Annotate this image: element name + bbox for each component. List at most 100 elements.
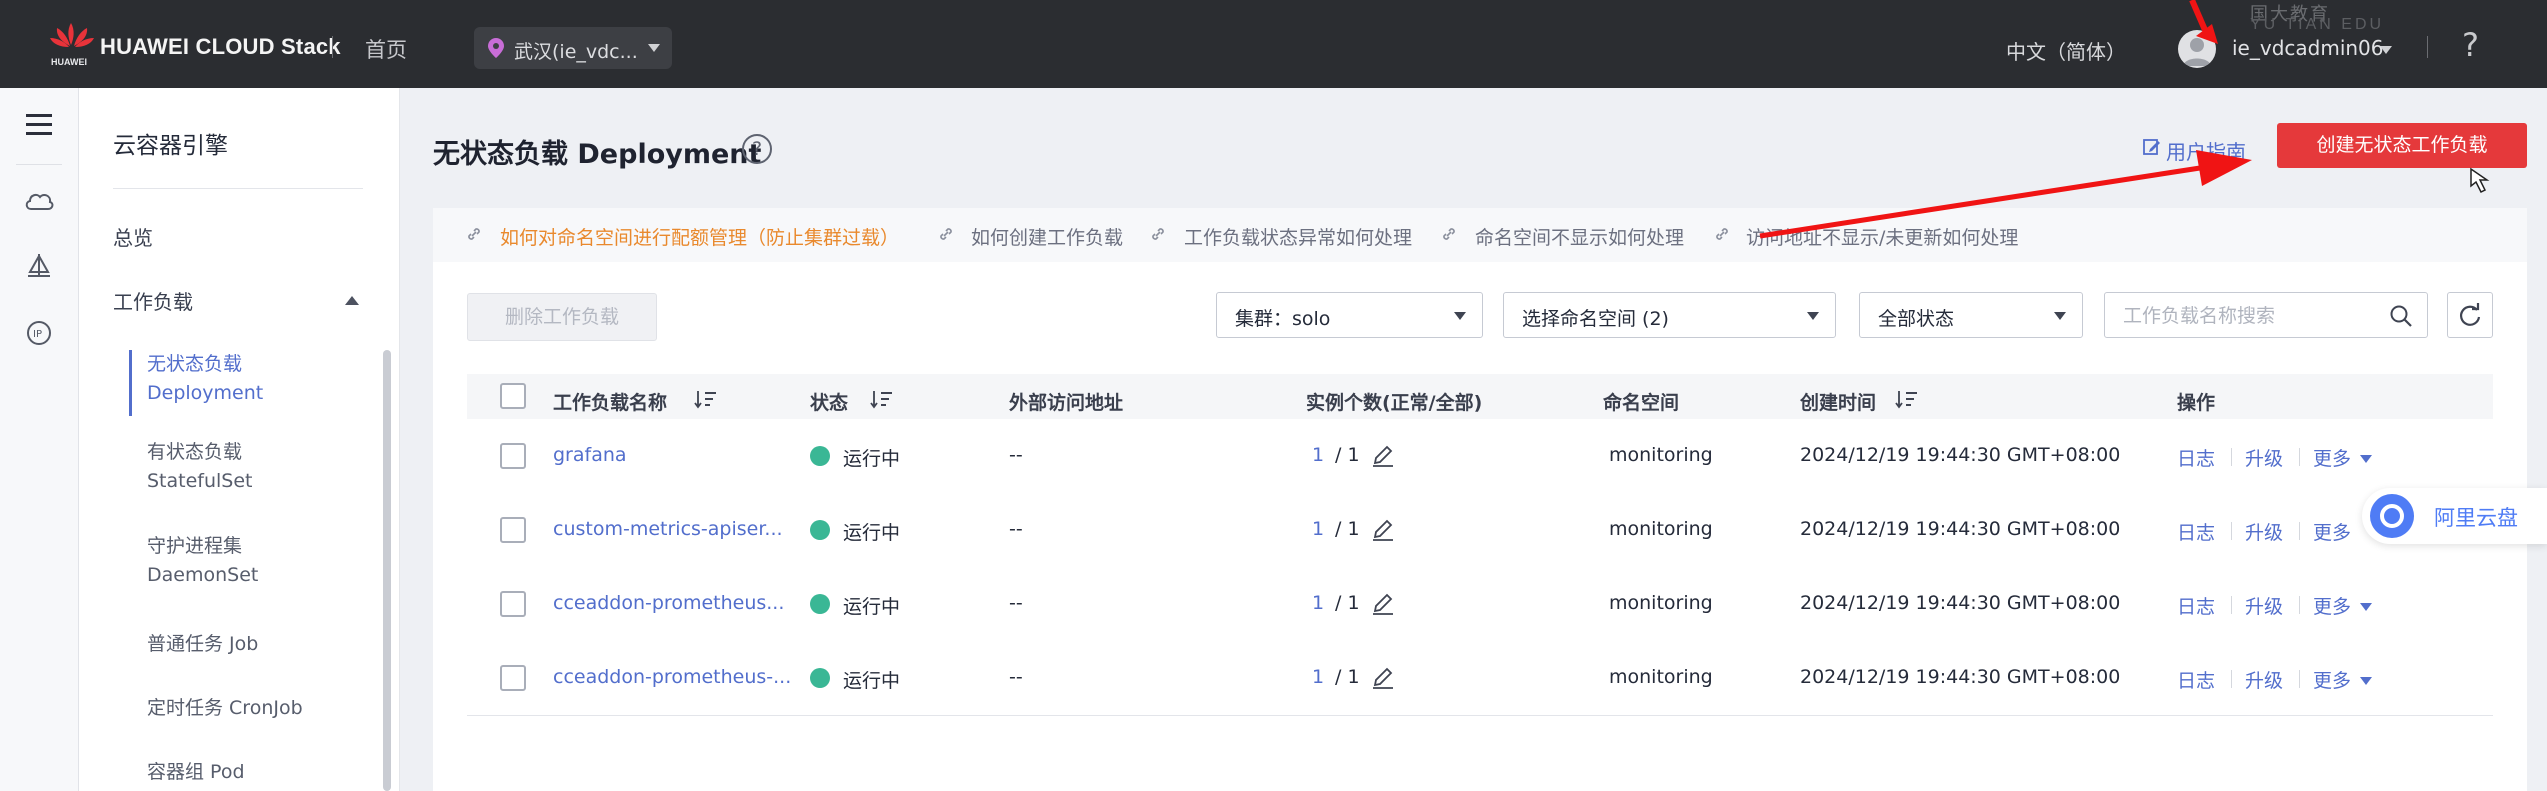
sidebar-item-job[interactable]: 普通任务 Job xyxy=(147,630,258,659)
select-all-checkbox[interactable] xyxy=(500,383,526,409)
sidebar-item-overview[interactable]: 总览 xyxy=(113,222,153,251)
namespace-value: monitoring xyxy=(1609,592,1713,614)
edit-pencil-icon[interactable] xyxy=(1370,591,1396,617)
link-icon xyxy=(1716,228,1728,240)
tip-link-address[interactable]: 访问地址不显示/未更新如何处理 xyxy=(1746,223,2018,250)
create-deployment-button[interactable]: 创建无状态工作负载 xyxy=(2277,123,2527,168)
divider xyxy=(2231,522,2232,540)
home-link[interactable]: 首页 xyxy=(365,34,407,64)
refresh-button[interactable] xyxy=(2447,292,2493,338)
refresh-icon xyxy=(2459,303,2481,326)
aliyun-drive-widget[interactable]: 阿里云盘 xyxy=(2362,488,2547,544)
workload-name-link[interactable]: grafana xyxy=(553,444,627,466)
page-title: 无状态负载 Deployment xyxy=(433,139,762,170)
upgrade-action[interactable]: 升级 xyxy=(2245,666,2283,693)
menu-icon[interactable] xyxy=(22,108,56,142)
cluster-select[interactable]: 集群：solo xyxy=(1216,292,1483,338)
log-action[interactable]: 日志 xyxy=(2177,518,2215,545)
instance-normal-count: 1 xyxy=(1312,592,1325,614)
help-icon[interactable]: ? xyxy=(2462,26,2479,64)
ip-icon[interactable]: IP xyxy=(22,316,56,350)
edit-pencil-icon[interactable] xyxy=(1370,443,1396,469)
instance-total-count: / 1 xyxy=(1335,518,1360,540)
sidebar-item-pod[interactable]: 容器组 Pod xyxy=(147,758,245,787)
chevron-down-icon[interactable] xyxy=(2360,455,2372,463)
log-action[interactable]: 日志 xyxy=(2177,592,2215,619)
running-status-icon xyxy=(810,594,830,614)
more-action[interactable]: 更多 xyxy=(2313,592,2351,619)
workload-name-link[interactable]: cceaddon-prometheus-... xyxy=(553,666,791,688)
sidebar-item-label: 有状态负载 xyxy=(147,441,243,463)
sort-icon[interactable] xyxy=(694,388,718,410)
sidebar-item-daemonset[interactable]: 守护进程集 DaemonSet xyxy=(147,532,258,590)
location-pin-icon xyxy=(488,38,504,58)
tip-link-namespace[interactable]: 命名空间不显示如何处理 xyxy=(1475,223,1684,250)
tip-link-abnormal[interactable]: 工作负载状态异常如何处理 xyxy=(1184,223,1412,250)
sort-icon[interactable] xyxy=(1895,388,1919,410)
scrollbar[interactable] xyxy=(383,350,391,791)
row-checkbox[interactable] xyxy=(500,517,526,543)
tip-link-quota[interactable]: 如何对命名空间进行配额管理（防止集群过载） xyxy=(500,223,899,250)
sidebar-item-workloads[interactable]: 工作负载 xyxy=(113,286,193,315)
language-switch[interactable]: 中文（简体） xyxy=(2006,36,2126,65)
chevron-down-icon[interactable] xyxy=(2380,46,2392,54)
aliyun-drive-icon xyxy=(2370,494,2414,538)
log-action[interactable]: 日志 xyxy=(2177,666,2215,693)
upgrade-action[interactable]: 升级 xyxy=(2245,518,2283,545)
external-address: -- xyxy=(1009,518,1023,540)
avatar[interactable] xyxy=(2178,30,2216,68)
external-address: -- xyxy=(1009,444,1023,466)
instance-normal-count: 1 xyxy=(1312,444,1325,466)
namespace-value: monitoring xyxy=(1609,518,1713,540)
search-icon[interactable] xyxy=(2389,304,2413,328)
top-bar: HUAWEI HUAWEI CLOUD Stack 首页 武汉(ie_vdc..… xyxy=(0,0,2547,88)
delete-workload-button[interactable]: 删除工作负载 xyxy=(467,293,657,341)
running-status-icon xyxy=(810,520,830,540)
sidebar: 云容器引擎 总览 工作负载 无状态负载 Deployment 有状态负载 Sta… xyxy=(79,88,400,791)
workload-name-link[interactable]: custom-metrics-apiser... xyxy=(553,518,783,540)
status-select[interactable]: 全部状态 xyxy=(1859,292,2083,338)
svg-text:HUAWEI: HUAWEI xyxy=(51,57,87,67)
edit-pencil-icon[interactable] xyxy=(1370,517,1396,543)
log-action[interactable]: 日志 xyxy=(2177,444,2215,471)
cloud-icon[interactable] xyxy=(22,184,56,218)
chevron-down-icon xyxy=(1454,312,1466,320)
edit-pencil-icon[interactable] xyxy=(1370,665,1396,691)
namespace-select[interactable]: 选择命名空间 (2) xyxy=(1503,292,1836,338)
more-action[interactable]: 更多 xyxy=(2313,518,2351,545)
sidebar-item-label: StatefulSet xyxy=(147,470,253,492)
more-action[interactable]: 更多 xyxy=(2313,444,2351,471)
region-selector[interactable]: 武汉(ie_vdc... xyxy=(474,27,672,69)
search-input[interactable] xyxy=(2121,302,2375,330)
edit-doc-icon xyxy=(2143,139,2160,155)
sort-icon[interactable] xyxy=(870,388,894,410)
status-text: 运行中 xyxy=(843,670,901,692)
divider xyxy=(16,164,62,165)
row-checkbox[interactable] xyxy=(500,443,526,469)
sidebar-item-cronjob[interactable]: 定时任务 CronJob xyxy=(147,694,303,723)
upgrade-action[interactable]: 升级 xyxy=(2245,444,2283,471)
more-action[interactable]: 更多 xyxy=(2313,666,2351,693)
question-icon[interactable]: ? xyxy=(742,134,772,164)
column-header-instances: 实例个数(正常/全部) xyxy=(1306,392,1483,414)
sidebar-title: 云容器引擎 xyxy=(113,133,228,159)
link-icon xyxy=(468,228,480,240)
username-menu[interactable]: ie_vdcadmin06 xyxy=(2232,36,2384,60)
chevron-up-icon[interactable] xyxy=(345,296,359,305)
upgrade-action[interactable]: 升级 xyxy=(2245,592,2283,619)
ship-icon[interactable] xyxy=(22,250,56,284)
sidebar-item-statefulset[interactable]: 有状态负载 StatefulSet xyxy=(147,438,253,496)
row-checkbox[interactable] xyxy=(500,591,526,617)
tip-link-create[interactable]: 如何创建工作负载 xyxy=(971,223,1123,250)
column-header-actions: 操作 xyxy=(2177,392,2216,414)
divider xyxy=(2231,448,2232,466)
workload-name-link[interactable]: cceaddon-prometheus... xyxy=(553,592,784,614)
huawei-logo[interactable]: HUAWEI xyxy=(48,22,96,68)
chevron-down-icon[interactable] xyxy=(2360,603,2372,611)
row-checkbox[interactable] xyxy=(500,665,526,691)
chevron-down-icon xyxy=(2054,312,2066,320)
chevron-down-icon[interactable] xyxy=(2360,677,2372,685)
user-icon xyxy=(2183,38,2211,66)
user-guide-link[interactable]: 用户指南 xyxy=(2166,136,2246,165)
sidebar-item-deployment[interactable]: 无状态负载 Deployment xyxy=(147,350,263,408)
